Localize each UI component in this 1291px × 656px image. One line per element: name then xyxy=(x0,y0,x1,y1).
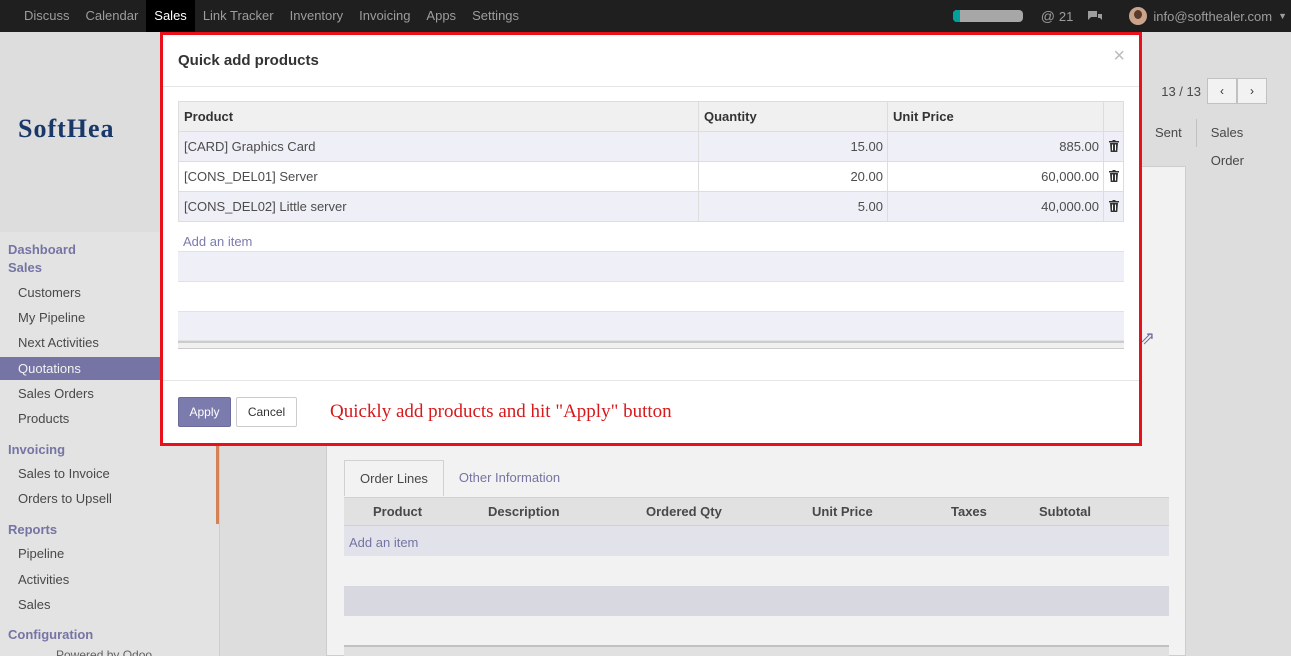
apply-button[interactable]: Apply xyxy=(178,397,231,427)
list-item xyxy=(178,222,1124,252)
row-product[interactable]: [CARD] Graphics Card xyxy=(179,132,699,161)
quick-add-dialog: Quick add products × Product Quantity Un… xyxy=(160,32,1142,446)
row-unit-price[interactable]: 885.00 xyxy=(888,132,1104,161)
table-row[interactable]: [CARD] Graphics Card 15.00 885.00 xyxy=(178,132,1124,162)
col-quantity[interactable]: Quantity xyxy=(699,102,888,132)
row-quantity[interactable]: 15.00 xyxy=(699,132,888,161)
col-unit-price[interactable]: Unit Price xyxy=(888,102,1104,132)
menu-sales[interactable]: Sales xyxy=(146,0,195,32)
chevron-down-icon[interactable]: ▼ xyxy=(1278,11,1287,21)
row-quantity[interactable]: 20.00 xyxy=(699,162,888,191)
row-unit-price[interactable]: 60,000.00 xyxy=(888,162,1104,191)
activity-progress-fill xyxy=(952,10,960,22)
mention-icon[interactable]: @ xyxy=(1041,8,1055,24)
dialog-title: Quick add products xyxy=(178,52,319,69)
row-product[interactable]: [CONS_DEL02] Little server xyxy=(179,192,699,221)
dialog-header: Quick add products × xyxy=(163,35,1139,87)
row-unit-price[interactable]: 40,000.00 xyxy=(888,192,1104,221)
menu-inventory[interactable]: Inventory xyxy=(282,0,351,32)
list-item xyxy=(178,252,1124,282)
grid-header: Product Quantity Unit Price xyxy=(178,101,1124,132)
trash-icon[interactable] xyxy=(1109,170,1119,182)
grid-footer xyxy=(178,341,1124,349)
menu-settings[interactable]: Settings xyxy=(464,0,527,32)
main-menu: Discuss Calendar Sales Link Tracker Inve… xyxy=(16,0,527,32)
row-quantity[interactable]: 5.00 xyxy=(699,192,888,221)
menu-calendar[interactable]: Calendar xyxy=(78,0,147,32)
row-product[interactable]: [CONS_DEL01] Server xyxy=(179,162,699,191)
table-row[interactable]: [CONS_DEL01] Server 20.00 60,000.00 xyxy=(178,162,1124,192)
list-item xyxy=(178,312,1124,341)
chat-icon[interactable] xyxy=(1087,10,1103,22)
trash-icon[interactable] xyxy=(1109,140,1119,152)
menu-discuss[interactable]: Discuss xyxy=(16,0,78,32)
mention-count: 21 xyxy=(1058,8,1074,24)
menu-apps[interactable]: Apps xyxy=(418,0,464,32)
user-email[interactable]: info@softhealer.com xyxy=(1153,9,1272,24)
systray: @ 21 info@softhealer.com ▼ xyxy=(952,0,1291,32)
avatar[interactable] xyxy=(1129,7,1148,25)
cancel-button[interactable]: Cancel xyxy=(236,397,297,427)
activity-progress[interactable] xyxy=(952,10,1023,22)
table-row[interactable]: [CONS_DEL02] Little server 5.00 40,000.0… xyxy=(178,192,1124,222)
menu-invoicing[interactable]: Invoicing xyxy=(351,0,418,32)
instruction-annotation: Quickly add products and hit "Apply" but… xyxy=(330,401,672,422)
trash-icon[interactable] xyxy=(1109,200,1119,212)
close-icon[interactable]: × xyxy=(1113,45,1125,68)
menu-link-tracker[interactable]: Link Tracker xyxy=(195,0,282,32)
col-product[interactable]: Product xyxy=(179,102,699,132)
dialog-footer: Apply Cancel Quickly add products and hi… xyxy=(163,380,1139,443)
top-navbar: Discuss Calendar Sales Link Tracker Inve… xyxy=(0,0,1291,32)
list-item xyxy=(178,282,1124,312)
